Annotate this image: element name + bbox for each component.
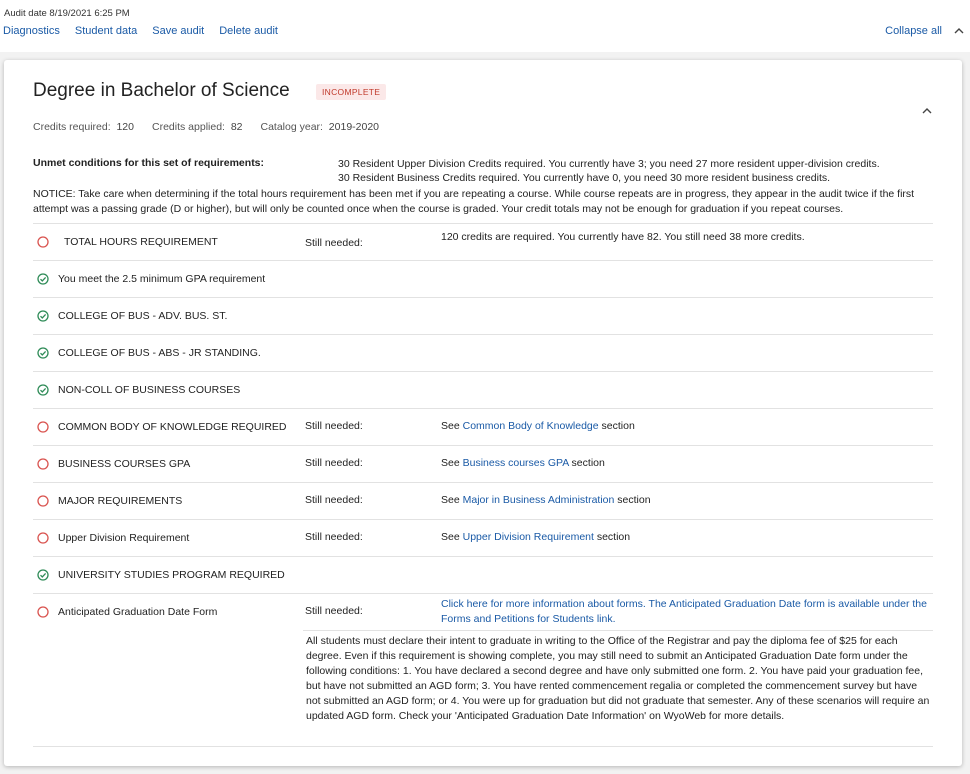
requirement-label: MAJOR REQUIREMENTS [58, 495, 183, 507]
requirement-row: NON-COLL OF BUSINESS COURSES [33, 371, 933, 408]
still-needed-label: Still needed: [305, 494, 363, 506]
forms-info-link[interactable]: Click here for more information about fo… [441, 597, 936, 627]
requirements-list: TOTAL HOURS REQUIREMENT Still needed: 120 … [33, 223, 933, 747]
requirement-row: Anticipated Graduation Date Form Still ne… [33, 593, 933, 746]
requirement-row: MAJOR REQUIREMENTS Still needed: See Major… [33, 482, 933, 519]
delete-audit-link[interactable]: Delete audit [219, 25, 278, 37]
requirement-label: COMMON BODY OF KNOWLEDGE REQUIRED [58, 421, 287, 433]
requirement-label: UNIVERSITY STUDIES PROGRAM REQUIRED [58, 569, 285, 581]
see-text: See [441, 531, 463, 543]
see-text: See [441, 494, 463, 506]
still-needed-label: Still needed: [305, 531, 363, 543]
section-suffix: section [568, 457, 605, 469]
requirement-row: TOTAL HOURS REQUIREMENT Still needed: 120 … [33, 223, 933, 261]
requirement-label: BUSINESS COURSES GPA [58, 458, 191, 470]
section-link[interactable]: Common Body of Knowledge [463, 420, 599, 432]
requirement-detail: See Common Body of Knowledge section [441, 420, 635, 432]
requirement-row: UNIVERSITY STUDIES PROGRAM REQUIRED [33, 556, 933, 593]
still-needed-label: Still needed: [305, 420, 363, 432]
credits-required-value: 120 [116, 121, 134, 133]
credits-required-label: Credits required: [33, 121, 111, 133]
unmet-line: 30 Resident Business Credits required. Y… [338, 172, 831, 184]
section-suffix: section [598, 420, 635, 432]
incomplete-circle-icon [37, 532, 49, 544]
requirement-label: Anticipated Graduation Date Form [58, 606, 218, 618]
still-needed-label: Still needed: [305, 457, 363, 469]
catalog-year-value: 2019-2020 [328, 121, 380, 133]
requirement-detail: 120 credits are required. You currently … [441, 231, 805, 243]
requirement-row: COLLEGE OF BUS - ABS - JR STANDING. [33, 334, 933, 371]
requirement-row: BUSINESS COURSES GPA Still needed: See Bus… [33, 445, 933, 482]
unmet-line: 30 Resident Upper Division Credits requi… [338, 158, 880, 170]
notice-text: NOTICE: Take care when determining if th… [33, 188, 915, 215]
agd-form-details: All students must declare their intent t… [306, 635, 930, 722]
section-suffix: section [593, 531, 631, 543]
requirement-detail: See Upper Division Requirement section [441, 531, 630, 543]
section-link[interactable]: Upper Division Requirement [463, 531, 594, 543]
credits-applied-label: Credits applied: [152, 121, 225, 133]
check-circle-icon [37, 310, 49, 322]
section-link[interactable]: Business courses GPA [463, 457, 569, 469]
requirement-row: COMMON BODY OF KNOWLEDGE REQUIRED Still n… [33, 408, 933, 445]
incomplete-circle-icon [37, 606, 49, 618]
audit-date: Audit date 8/19/2021 6:25 PM [4, 8, 130, 19]
requirement-label: You meet the 2.5 minimum GPA requirement [58, 273, 266, 285]
requirement-label: COLLEGE OF BUS - ABS - JR STANDING. [58, 347, 261, 359]
catalog-year-label: Catalog year: [260, 121, 323, 133]
check-circle-icon [37, 384, 49, 396]
requirement-row: Upper Division Requirement Still needed: S… [33, 519, 933, 556]
see-text: See [441, 420, 463, 432]
incomplete-circle-icon [37, 236, 49, 248]
still-needed-label: Still needed: [305, 605, 363, 617]
audit-header: Audit date 8/19/2021 6:25 PM Diagnostics… [0, 0, 970, 52]
requirement-label: COLLEGE OF BUS - ADV. BUS. ST. [58, 310, 228, 322]
requirement-label: Upper Division Requirement [58, 532, 190, 544]
check-circle-icon [37, 347, 49, 359]
row-divider [303, 630, 933, 631]
credits-applied-value: 82 [230, 121, 243, 133]
degree-meta: Credits required: 120 Credits applied: 8… [33, 121, 379, 133]
chevron-up-icon[interactable] [920, 104, 934, 118]
section-suffix: section [614, 494, 651, 506]
diagnostics-link[interactable]: Diagnostics [3, 25, 60, 37]
incomplete-circle-icon [37, 495, 49, 507]
see-text: See [441, 457, 463, 469]
status-badge: INCOMPLETE [316, 84, 387, 100]
collapse-all-link[interactable]: Collapse all [885, 25, 942, 37]
list-end-divider [33, 746, 933, 747]
save-audit-link[interactable]: Save audit [152, 25, 204, 37]
audit-actions: Diagnostics Student data Save audit Dele… [3, 25, 278, 37]
still-needed-label: Still needed: [305, 237, 363, 249]
unmet-conditions-text: 30 Resident Upper Division Credits requi… [338, 157, 880, 185]
unmet-conditions-label: Unmet conditions for this set of require… [33, 157, 265, 169]
requirement-detail: See Major in Business Administration sec… [441, 494, 651, 506]
incomplete-circle-icon [37, 458, 49, 470]
requirement-label: TOTAL HOURS REQUIREMENT [64, 236, 218, 248]
degree-title: Degree in Bachelor of Science [33, 80, 290, 101]
degree-card: Degree in Bachelor of Science INCOMPLETE… [4, 60, 962, 766]
student-data-link[interactable]: Student data [75, 25, 137, 37]
chevron-up-icon[interactable] [952, 24, 966, 38]
requirement-label: NON-COLL OF BUSINESS COURSES [58, 384, 241, 396]
check-circle-icon [37, 569, 49, 581]
requirement-detail: See Business courses GPA section [441, 457, 605, 469]
requirement-row: COLLEGE OF BUS - ADV. BUS. ST. [33, 297, 933, 334]
section-link[interactable]: Major in Business Administration [463, 494, 615, 506]
requirement-row: You meet the 2.5 minimum GPA requirement [33, 260, 933, 297]
incomplete-circle-icon [37, 421, 49, 433]
check-circle-icon [37, 273, 49, 285]
